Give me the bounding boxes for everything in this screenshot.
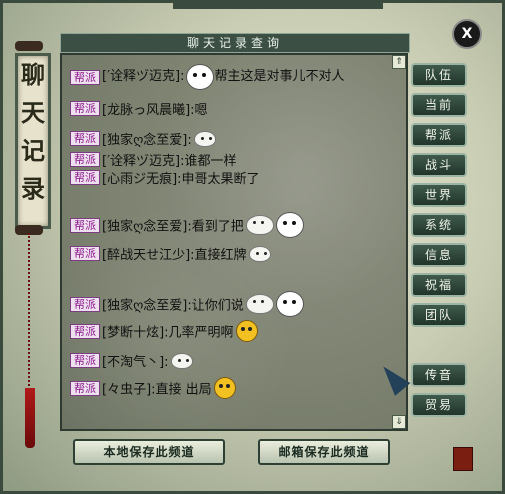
chat-line: 帮派 [龙脉っ风晨曦]:嗯 [70,99,208,118]
window-title: 聊天记录查询 [186,36,283,50]
chat-text: [独家ღ念至爱]: [102,133,192,148]
channel-tag[interactable]: 帮派 [70,296,100,312]
scroll-char-3: 记 [21,136,45,165]
chat-line: 帮派 [独家ღ念至爱]: [70,129,216,148]
chat-log-window: 聊 天 记 录 X 聊天记录查询 ⇑ ⇓ 帮派 [′诠释ヅ迈克]: 帮主这是对事儿不… [0,0,505,494]
channel-button-battle[interactable]: 战斗 [411,153,467,177]
bun-icon [193,130,216,147]
bun-icon [245,215,274,235]
chat-text: [不淘气丶]: [102,355,169,370]
channel-tag[interactable]: 帮派 [70,246,100,261]
channel-tag[interactable]: 帮派 [70,170,100,185]
chat-text: [独家ღ念至爱]:看到了把 [102,219,244,235]
chat-text-suffix: 帮主这是对事儿不对人 [214,69,345,84]
close-button[interactable]: X [452,19,482,49]
chat-line: 帮派 [不淘气丶]: [70,351,193,370]
face-icon [235,320,258,342]
title-bar: 聊天记录查询 [60,33,410,53]
scroll-char-4: 录 [21,174,45,203]
channel-button-current[interactable]: 当前 [411,93,467,117]
top-bar [173,3,383,9]
face-icon [213,377,236,399]
mail-save-button[interactable]: 邮箱保存此频道 [258,439,390,465]
channel-tag[interactable]: 帮派 [70,69,100,85]
channel-tag[interactable]: 帮派 [70,152,100,167]
local-save-button[interactable]: 本地保存此频道 [73,439,225,465]
chat-line: 帮派 [梦断十炫]:几率严明啊 [70,320,258,342]
chat-line: 帮派 [々虫子]:直接 出局 [70,377,236,399]
bigbun-icon [275,291,304,317]
scroll-char-1: 聊 [21,60,45,89]
bun-icon [170,352,193,369]
channel-tag[interactable]: 帮派 [70,101,100,116]
channel-button-info[interactable]: 信息 [411,243,467,267]
scroll-down-icon[interactable]: ⇓ [392,415,406,429]
channel-tag[interactable]: 帮派 [70,217,100,233]
channel-button-group[interactable]: 团队 [411,303,467,327]
chat-text: [独家ღ念至爱]:让你们说 [102,298,244,314]
channel-button-guild[interactable]: 帮派 [411,123,467,147]
chat-text: [梦断十炫]:几率严明啊 [102,325,234,341]
channel-button-team[interactable]: 队伍 [411,63,467,87]
bun-icon [245,294,274,314]
channel-tag[interactable]: 帮派 [70,380,100,396]
chat-text: [′诠释ヅ迈克]: [102,69,185,84]
bigbun-icon [275,212,304,238]
red-tassel [25,388,35,448]
chat-log-panel[interactable]: ⇑ ⇓ 帮派 [′诠释ヅ迈克]: 帮主这是对事儿不对人 帮派 [龙脉っ风晨曦]:嗯 帮… [60,53,408,431]
chat-text: [醉战天せ江少]:直接红牌 [102,248,247,263]
chat-line: 帮派 [心雨ジ无痕]:申哥太果断了 [70,168,260,187]
scroll-rod-top [15,41,43,51]
channel-tag[interactable]: 帮派 [70,323,100,339]
seal-stamp-icon [453,447,473,471]
chat-line: 帮派 [独家ღ念至爱]:让你们说 [70,291,304,317]
scroll-char-2: 天 [21,98,45,127]
chat-text: [龙脉っ风晨曦]:嗯 [102,103,208,118]
channel-button-whisper[interactable]: 传音 [411,363,467,387]
chat-line: 帮派 [独家ღ念至爱]:看到了把 [70,212,304,238]
channel-tag[interactable]: 帮派 [70,353,100,368]
bead-string [28,233,36,393]
scroll-paper: 聊 天 记 录 [15,53,51,229]
channel-tag[interactable]: 帮派 [70,131,100,146]
chat-line: 帮派 [′诠释ヅ迈克]: 帮主这是对事儿不对人 [70,64,400,90]
scroll-title-banner: 聊 天 记 录 [9,23,51,448]
bigbun-icon [186,64,215,90]
channel-button-trade[interactable]: 贸易 [411,393,467,417]
bun-icon [248,245,271,262]
channel-button-world[interactable]: 世界 [411,183,467,207]
channel-button-blessing[interactable]: 祝福 [411,273,467,297]
chat-text: [々虫子]:直接 出局 [102,382,212,398]
chat-line: 帮派 [醉战天せ江少]:直接红牌 [70,244,271,263]
chat-line: 帮派 [′诠释ヅ迈克]:谁都一样 [70,150,236,169]
channel-button-system[interactable]: 系统 [411,213,467,237]
chat-text: [心雨ジ无痕]:申哥太果断了 [102,172,260,187]
chat-text: [′诠释ヅ迈克]:谁都一样 [102,154,237,169]
